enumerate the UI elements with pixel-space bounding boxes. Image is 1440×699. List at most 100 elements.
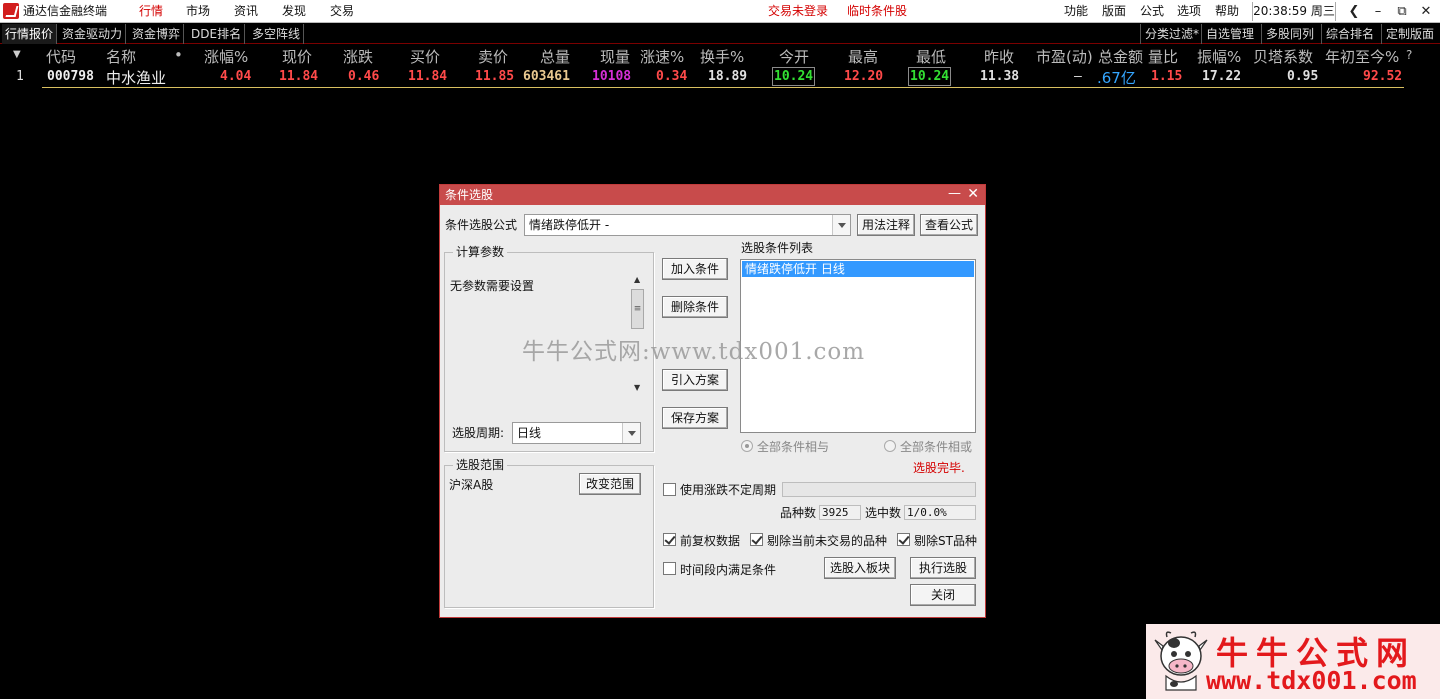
add-condition-button[interactable]: 加入条件: [662, 258, 728, 280]
close-icon[interactable]: ✕: [1417, 3, 1435, 20]
help-icon[interactable]: ?: [1406, 48, 1412, 62]
app-window: 通达信金融终端 行情 市场 资讯 发现 交易 交易未登录 临时条件股 功能 版面…: [0, 0, 1440, 699]
scroll-up-icon[interactable]: ▲: [634, 275, 640, 284]
header-price[interactable]: 现价: [282, 46, 312, 67]
quote-table-header: ▼ 代码 名称 • 涨幅% 现价 涨跌 买价 卖价 总量 现量 涨速% 换手% …: [0, 44, 1440, 66]
radio-all-or[interactable]: [884, 440, 896, 452]
menu-help[interactable]: 帮助: [1215, 4, 1239, 19]
time-range-checkbox[interactable]: [663, 562, 676, 575]
header-pe[interactable]: 市盈(动): [1036, 46, 1093, 67]
cell-ask: 11.85: [475, 69, 515, 84]
chevron-down-icon[interactable]: [832, 215, 850, 235]
add-to-block-button[interactable]: 选股入板块: [824, 557, 896, 579]
restore-icon[interactable]: ⧉: [1393, 3, 1411, 20]
period-select[interactable]: 日线: [512, 422, 641, 444]
menu-options[interactable]: 选项: [1177, 4, 1201, 19]
scroll-thumb[interactable]: ≡: [631, 289, 644, 329]
menu-function[interactable]: 功能: [1064, 4, 1088, 19]
watermark-text: 牛牛公式网:www.tdx001.com: [522, 339, 866, 365]
header-last-volume[interactable]: 现量: [600, 46, 630, 67]
cell-price: 11.84: [279, 69, 319, 84]
dialog-title: 条件选股: [440, 185, 985, 205]
menu-layout[interactable]: 版面: [1102, 4, 1126, 19]
view-formula-button[interactable]: 查看公式: [920, 214, 978, 236]
tab-bull-bear[interactable]: 多空阵线: [249, 24, 305, 44]
list-item[interactable]: 情绪跌停低开 日线: [742, 261, 974, 277]
header-change[interactable]: 涨跌: [343, 46, 373, 67]
cell-code: 000798: [47, 69, 94, 84]
formula-select-value: 情绪跌停低开 -: [529, 218, 610, 232]
run-selection-button[interactable]: 执行选股: [910, 557, 976, 579]
minimize-icon[interactable]: –: [1369, 3, 1387, 20]
import-plan-button[interactable]: 引入方案: [662, 369, 728, 391]
menu-trade[interactable]: 交易: [330, 4, 354, 19]
tab-watchlist-manage[interactable]: 自选管理: [1201, 24, 1254, 44]
menu-market[interactable]: 市场: [186, 4, 210, 19]
count-label: 品种数: [780, 506, 817, 520]
temp-condition-stocks[interactable]: 临时条件股: [847, 4, 907, 19]
tab-multi-stock[interactable]: 多股同列: [1261, 24, 1314, 44]
trade-login-status[interactable]: 交易未登录: [768, 4, 828, 19]
dialog-minimize-icon[interactable]: —: [948, 185, 961, 203]
radio-all-and-label: 全部条件相与: [757, 440, 830, 454]
tab-custom-layout[interactable]: 定制版面: [1381, 24, 1434, 44]
cell-last-volume: 10108: [592, 69, 632, 84]
menu-formula[interactable]: 公式: [1140, 4, 1164, 19]
title-bar: 通达信金融终端 行情 市场 资讯 发现 交易 交易未登录 临时条件股 功能 版面…: [0, 0, 1440, 23]
close-button[interactable]: 关闭: [910, 584, 976, 606]
header-ytd[interactable]: 年初至今%: [1325, 46, 1399, 67]
header-bid[interactable]: 买价: [410, 46, 440, 67]
tab-dde-rank[interactable]: DDE排名: [188, 24, 246, 44]
column-menu-icon[interactable]: ▼: [13, 49, 21, 60]
header-open[interactable]: 今开: [779, 46, 809, 67]
header-ask[interactable]: 卖价: [478, 46, 508, 67]
cell-bid: 11.84: [408, 69, 448, 84]
period-select-value: 日线: [517, 426, 542, 440]
delete-condition-button[interactable]: 删除条件: [662, 296, 728, 318]
radio-all-and[interactable]: [741, 440, 753, 452]
cell-speed: 0.34: [656, 69, 688, 84]
header-volume[interactable]: 总量: [540, 46, 570, 67]
header-code[interactable]: 代码: [46, 46, 76, 67]
cell-amplitude: 17.22: [1202, 69, 1242, 84]
tab-composite-rank[interactable]: 综合排名: [1321, 24, 1374, 44]
menu-news[interactable]: 资讯: [234, 4, 258, 19]
menu-discover[interactable]: 发现: [282, 4, 306, 19]
usage-notes-button[interactable]: 用法注释: [857, 214, 915, 236]
table-row[interactable]: 1 000798 中水渔业 4.04 11.84 0.46 11.84 11.8…: [0, 66, 1440, 88]
prior-adjust-label: 前复权数据: [680, 534, 741, 548]
change-range-button[interactable]: 改变范围: [579, 473, 641, 495]
cell-amount: .67亿: [1097, 69, 1136, 87]
app-logo-icon: [3, 3, 19, 19]
formula-select[interactable]: 情绪跌停低开 -: [524, 214, 851, 236]
scroll-down-icon[interactable]: ▼: [634, 383, 640, 392]
header-amount[interactable]: 总金额: [1098, 46, 1143, 67]
header-prev-close[interactable]: 昨收: [984, 46, 1014, 67]
tab-capital-game[interactable]: 资金博弈: [129, 24, 185, 44]
time-range-label: 时间段内满足条件: [680, 563, 777, 577]
variable-period-checkbox[interactable]: [663, 483, 676, 496]
formula-label: 条件选股公式: [445, 218, 518, 232]
dialog-close-icon[interactable]: ✕: [967, 185, 979, 204]
chevron-down-icon[interactable]: [622, 423, 640, 443]
header-beta[interactable]: 贝塔系数: [1253, 46, 1313, 67]
header-change-pct[interactable]: 涨幅%: [204, 46, 248, 67]
tab-category-filter[interactable]: 分类过滤*: [1140, 24, 1199, 44]
tab-quote-list[interactable]: 行情报价: [2, 24, 58, 44]
exclude-suspended-checkbox[interactable]: [750, 533, 763, 546]
cell-ytd: 92.52: [1363, 69, 1403, 84]
header-amplitude[interactable]: 振幅%: [1197, 46, 1241, 67]
header-name[interactable]: 名称: [106, 46, 136, 67]
exclude-st-checkbox[interactable]: [897, 533, 910, 546]
menu-quote[interactable]: 行情: [139, 4, 163, 19]
tab-capital-drive[interactable]: 资金驱动力: [59, 24, 127, 44]
row-selection-underline: [42, 87, 1404, 88]
header-speed[interactable]: 涨速%: [640, 46, 684, 67]
prior-adjust-checkbox[interactable]: [663, 533, 676, 546]
back-icon[interactable]: ❮: [1345, 3, 1363, 20]
header-high[interactable]: 最高: [848, 46, 878, 67]
header-turnover[interactable]: 换手%: [700, 46, 744, 67]
header-volume-ratio[interactable]: 量比: [1148, 46, 1178, 67]
save-plan-button[interactable]: 保存方案: [662, 407, 728, 429]
header-low[interactable]: 最低: [916, 46, 946, 67]
